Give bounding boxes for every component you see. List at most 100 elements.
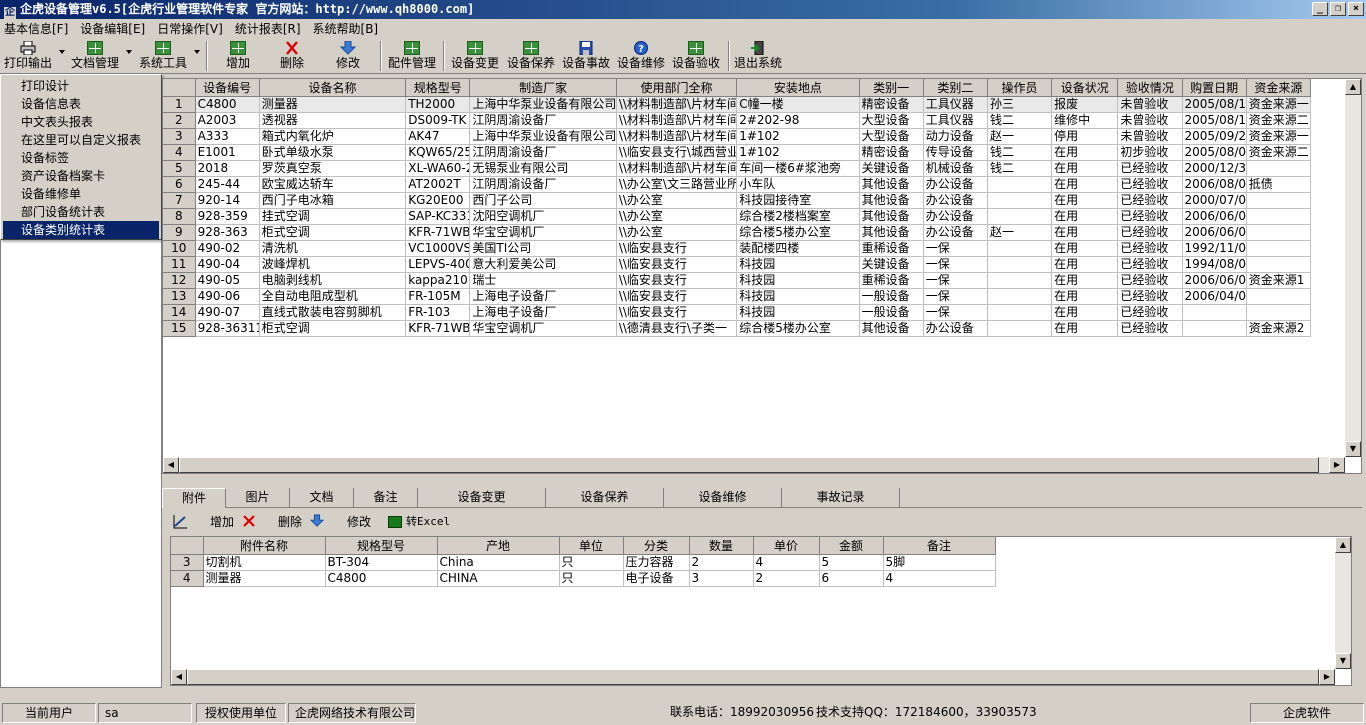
table-cell[interactable]: 办公设备: [923, 208, 988, 225]
table-cell[interactable]: E1001: [195, 144, 260, 161]
attachment-edit-icon[interactable]: [309, 514, 325, 532]
table-cell[interactable]: KQW65/250: [405, 144, 471, 161]
table-row[interactable]: 4E1001卧式单级水泵KQW65/250江阴周渝设备厂\\临安县支行\城西营业…: [163, 144, 1312, 161]
table-cell[interactable]: 测量器: [203, 570, 326, 587]
table-cell[interactable]: 2005/08/13: [1182, 96, 1247, 113]
column-header[interactable]: 类别二: [923, 79, 988, 97]
scroll-up-button[interactable]: ▲: [1335, 537, 1351, 553]
print-dropdown-arrow[interactable]: [59, 50, 65, 54]
column-header[interactable]: 金额: [819, 537, 884, 555]
column-header[interactable]: 验收情况: [1117, 79, 1183, 97]
column-header[interactable]: 购置日期: [1182, 79, 1247, 97]
table-cell[interactable]: 已经验收: [1117, 304, 1183, 321]
table-cell[interactable]: 一保: [923, 304, 988, 321]
tab-device-change[interactable]: 设备变更: [418, 488, 546, 508]
table-cell[interactable]: 全自动电阻成型机: [259, 288, 407, 305]
table-cell[interactable]: 罗茨真空泵: [259, 160, 407, 177]
subgrid-horizontal-scrollbar[interactable]: ◀ ▶: [171, 669, 1335, 685]
table-cell[interactable]: A333: [195, 128, 260, 145]
table-cell[interactable]: 欧宝威达轿车: [259, 176, 407, 193]
table-row[interactable]: 1 C4800 测量器 TH2000 上海中华泵业设备有限公司 \\材料制造部\片材车间 C…: [163, 96, 1312, 113]
table-cell[interactable]: 已经验收: [1117, 240, 1183, 257]
scroll-left-button[interactable]: ◀: [163, 457, 179, 473]
table-cell[interactable]: 综合楼2楼档案室: [736, 208, 860, 225]
table-cell[interactable]: 江阴周渝设备厂: [469, 176, 617, 193]
table-cell[interactable]: 一保: [923, 256, 988, 273]
table-cell[interactable]: 清洗机: [259, 240, 407, 257]
table-cell[interactable]: 办公设备: [923, 224, 988, 241]
grid-horizontal-scrollbar[interactable]: ◀ ▶: [163, 457, 1345, 473]
table-cell[interactable]: 上海中华泵业设备有限公司: [469, 128, 617, 145]
table-cell[interactable]: 在用: [1051, 288, 1119, 305]
table-cell[interactable]: 其他设备: [859, 208, 924, 225]
column-header[interactable]: 设备编号: [195, 79, 260, 97]
table-cell[interactable]: 其他设备: [859, 176, 924, 193]
table-cell[interactable]: \\临安县支行: [616, 304, 738, 321]
table-cell[interactable]: AT2002T: [405, 176, 471, 193]
menu-help[interactable]: 系统帮助[B]: [313, 20, 379, 37]
table-row[interactable]: 7 920-14 西门子电冰箱 KG20E00 西门子公司 \\办公室 科技园接待室 其他设备…: [163, 192, 1312, 209]
table-cell[interactable]: 切割机: [203, 554, 326, 571]
tab-pictures[interactable]: 图片: [226, 488, 290, 508]
table-cell[interactable]: 办公设备: [923, 320, 988, 337]
table-cell[interactable]: 西门子电冰箱: [259, 192, 407, 209]
table-cell[interactable]: BT-304: [325, 554, 438, 571]
table-cell[interactable]: 在用: [1051, 240, 1119, 257]
table-cell[interactable]: 资金来源一: [1246, 96, 1312, 113]
table-cell[interactable]: 柜式空调: [259, 224, 407, 241]
table-cell[interactable]: FR-105M: [405, 288, 471, 305]
table-cell[interactable]: 沈阳空调机厂: [469, 208, 617, 225]
scroll-thumb[interactable]: [179, 457, 1319, 473]
table-row[interactable]: 3 A333 箱式内氧化炉 AK47 上海中华泵业设备有限公司 \\材料制造部\片材车间 1…: [163, 128, 1312, 145]
table-cell[interactable]: 卧式单级水泵: [259, 144, 407, 161]
column-header[interactable]: 使用部门全称: [616, 79, 738, 97]
table-cell[interactable]: 928-359: [195, 208, 260, 225]
table-cell[interactable]: 已经验收: [1117, 192, 1183, 209]
table-cell[interactable]: 抵债: [1246, 176, 1312, 193]
restore-button[interactable]: ❐: [1330, 2, 1346, 16]
add-button[interactable]: 增加: [220, 40, 256, 72]
tab-repair[interactable]: 设备维修: [664, 488, 782, 508]
table-cell[interactable]: 科技园: [736, 304, 860, 321]
table-row[interactable]: 13 490-06 全自动电阻成型机 FR-105M 上海电子设备厂 \\临安县支行 科技园…: [163, 288, 1312, 305]
table-cell[interactable]: \\临安县支行\城西营业: [616, 144, 738, 161]
table-cell[interactable]: 已经验收: [1117, 208, 1183, 225]
table-cell[interactable]: 无锡泵业有限公司: [469, 160, 617, 177]
table-row[interactable]: 4 测量器 C4800 CHINA 只电子设备 3 2 6 4: [171, 570, 996, 587]
table-cell[interactable]: 一保: [923, 240, 988, 257]
table-row[interactable]: 3 切割机 BT-304 China 只压力容器 2 4 5 5脚: [171, 554, 996, 571]
table-cell[interactable]: 928-3631112: [195, 320, 260, 337]
menu-reports[interactable]: 统计报表[R]: [235, 20, 301, 37]
table-cell[interactable]: 科技园: [736, 256, 860, 273]
table-cell[interactable]: C幢一楼: [736, 96, 860, 113]
scroll-down-button[interactable]: ▼: [1335, 653, 1351, 669]
table-cell[interactable]: 透视器: [259, 112, 407, 129]
table-cell[interactable]: \\临安县支行: [616, 288, 738, 305]
table-cell[interactable]: 2#202-98: [736, 112, 860, 129]
table-cell[interactable]: 在用: [1051, 192, 1119, 209]
table-row[interactable]: 8928-359挂式空调SAP-KC331C沈阳空调机厂\\办公室综合楼2楼档案…: [163, 208, 1312, 225]
table-cell[interactable]: 办公设备: [923, 192, 988, 209]
table-cell[interactable]: 2005/08/09: [1182, 144, 1247, 161]
delete-button[interactable]: 删除: [274, 40, 310, 72]
table-cell[interactable]: 在用: [1051, 304, 1119, 321]
table-cell[interactable]: 赵一: [987, 128, 1053, 145]
table-cell[interactable]: 2006/06/01: [1182, 224, 1247, 241]
table-cell[interactable]: \\材料制造部\片材车间: [616, 160, 738, 177]
scroll-down-button[interactable]: ▼: [1345, 441, 1361, 457]
menu-item-dept-stats[interactable]: 部门设备统计表: [3, 203, 159, 221]
table-cell[interactable]: 综合楼5楼办公室: [736, 320, 860, 337]
table-cell[interactable]: 在用: [1051, 224, 1119, 241]
table-cell[interactable]: 5脚: [883, 554, 996, 571]
table-cell[interactable]: 挂式空调: [259, 208, 407, 225]
table-cell[interactable]: [1246, 240, 1312, 257]
grid-vertical-scrollbar[interactable]: ▲ ▼: [1345, 79, 1361, 457]
table-cell[interactable]: [987, 208, 1053, 225]
table-cell[interactable]: DS009-TK: [405, 112, 471, 129]
table-cell[interactable]: 大型设备: [859, 128, 924, 145]
attachment-delete-button[interactable]: 删除: [278, 514, 302, 530]
table-cell[interactable]: KFR-71WB3S: [405, 320, 471, 337]
table-cell[interactable]: 资金来源一: [1246, 128, 1312, 145]
table-cell[interactable]: 920-14: [195, 192, 260, 209]
column-header[interactable]: 资金来源: [1246, 79, 1312, 97]
